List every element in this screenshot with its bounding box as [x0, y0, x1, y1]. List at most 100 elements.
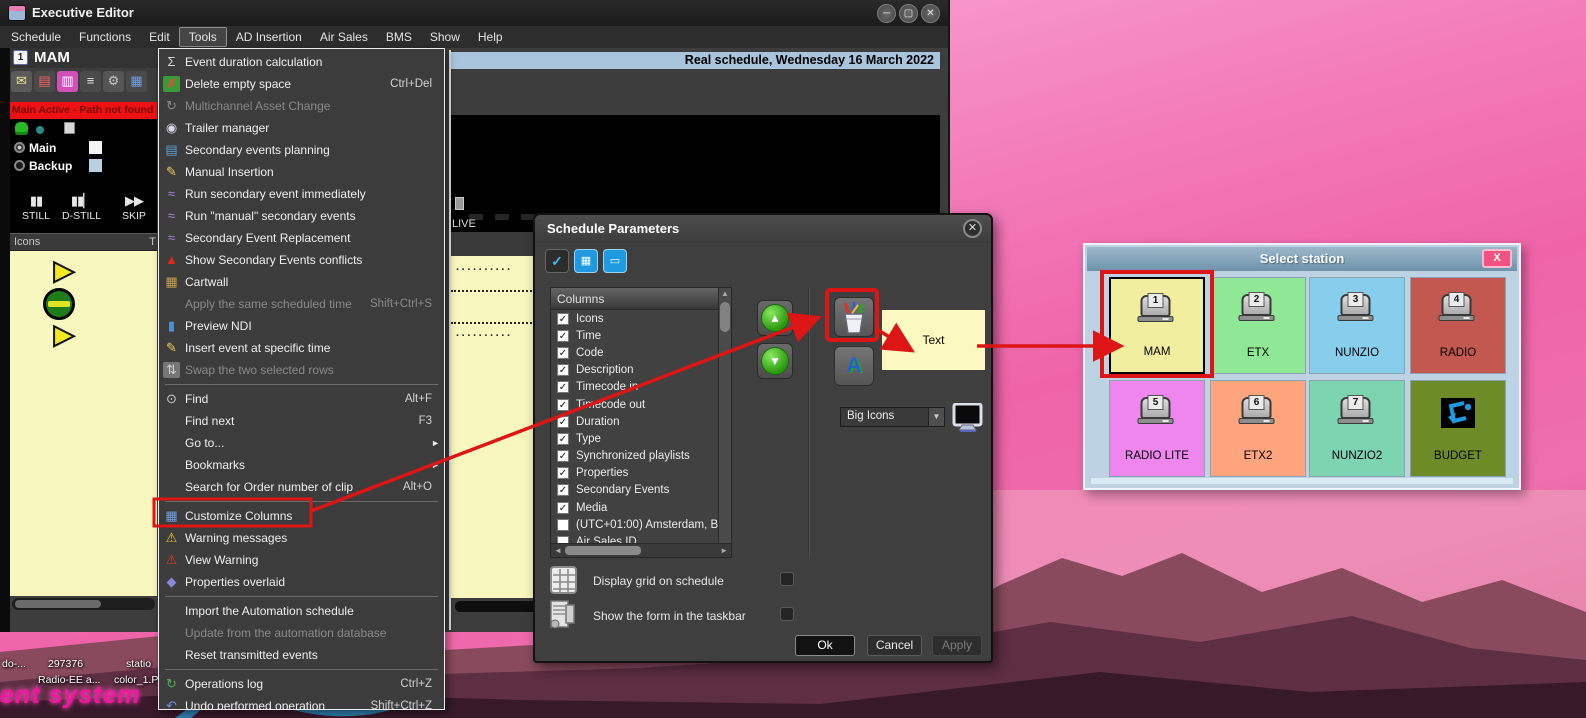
cancel-button[interactable]: Cancel: [867, 635, 922, 656]
checkbox-checked[interactable]: ✓: [557, 467, 569, 479]
menu-item-trailer-manager[interactable]: ◉Trailer manager: [159, 117, 444, 139]
horizontal-scrollbar[interactable]: [12, 598, 155, 610]
menu-item-search-for-order-number-of-clip[interactable]: Search for Order number of clipAlt+O: [159, 476, 444, 498]
menu-item-delete-empty-space[interactable]: ✗Delete empty spaceCtrl+Del: [159, 73, 444, 95]
scrollbar-thumb[interactable]: [15, 600, 101, 608]
column-row-timecode-in[interactable]: ✓Timecode in: [551, 379, 718, 396]
checkbox-checked[interactable]: ✓: [557, 450, 569, 462]
radio-main[interactable]: [14, 142, 25, 153]
menu-item-find-next[interactable]: Find nextF3: [159, 410, 444, 432]
menu-item-warning-messages[interactable]: ⚠Warning messages: [159, 527, 444, 549]
column-row-secondary-events[interactable]: ✓Secondary Events: [551, 482, 718, 499]
menu-ad-insertion[interactable]: AD Insertion: [227, 28, 311, 46]
checkbox-checked[interactable]: ✓: [557, 484, 569, 496]
help-blue-icon[interactable]: ▭: [603, 249, 627, 273]
column-row-code[interactable]: ✓Code: [551, 344, 718, 361]
menu-functions[interactable]: Functions: [70, 28, 140, 46]
hold-hand-icon[interactable]: [15, 122, 28, 135]
menu-item-undo-performed-operation[interactable]: ↶Undo performed operationShift+Ctrl+Z: [159, 695, 444, 710]
checkbox-checked[interactable]: ✓: [557, 399, 569, 411]
checkbox-checked[interactable]: ✓: [557, 364, 569, 376]
menu-item-manual-insertion[interactable]: ✎Manual Insertion: [159, 161, 444, 183]
station-nunzio[interactable]: 3NUNZIO: [1309, 277, 1405, 374]
transport-d-still[interactable]: ▮▮▏D-STILL: [62, 194, 101, 222]
export-doc-icon[interactable]: ▤: [34, 71, 55, 92]
column-row-air-sales-id[interactable]: Air Sales ID: [551, 533, 718, 543]
desktop-icon-label[interactable]: Radio-EE a...: [38, 674, 100, 686]
scrollbar-thumb[interactable]: [720, 302, 730, 332]
menu-item-show-secondary-events-conflicts[interactable]: ▲Show Secondary Events conflicts: [159, 249, 444, 271]
checkbox-checked[interactable]: ✓: [557, 433, 569, 445]
menu-item-reset-transmitted-events[interactable]: Reset transmitted events: [159, 644, 444, 666]
station-radio-lite[interactable]: 5RADIO LITE: [1109, 380, 1205, 477]
column-row-utc-01-00-amsterdam-berlinc[interactable]: (UTC+01:00) Amsterdam, Berlinc: [551, 516, 718, 533]
desktop-icon-label[interactable]: statio: [126, 658, 151, 670]
column-row-synchronized-playlists[interactable]: ✓Synchronized playlists: [551, 448, 718, 465]
gear-icon[interactable]: ⚙: [103, 71, 124, 92]
station-radio[interactable]: 4RADIO: [1410, 277, 1506, 374]
menu-bms[interactable]: BMS: [377, 28, 421, 46]
transport-still[interactable]: ▮▮STILL: [22, 194, 50, 222]
columns-icon[interactable]: ▦: [126, 71, 147, 92]
doc-up-icon[interactable]: ≡: [80, 71, 101, 92]
media-doc-icon[interactable]: ▥: [57, 71, 78, 92]
menu-item-operations-log[interactable]: ↻Operations logCtrl+Z: [159, 673, 444, 695]
menu-tools[interactable]: Tools: [179, 27, 227, 47]
ok-button[interactable]: Ok: [795, 635, 855, 656]
icon-size-dropdown[interactable]: Big Icons ▼: [840, 407, 945, 427]
menu-show[interactable]: Show: [421, 28, 469, 46]
maximize-button[interactable]: ▢: [899, 4, 918, 23]
menu-item-insert-event-at-specific-time[interactable]: ✎Insert event at specific time: [159, 337, 444, 359]
chevron-down-icon[interactable]: ▼: [928, 408, 944, 426]
menu-schedule[interactable]: Schedule: [2, 28, 70, 46]
checkbox-unchecked[interactable]: [557, 536, 569, 543]
checkbox-checked[interactable]: ✓: [557, 313, 569, 325]
menu-item-preview-ndi[interactable]: ▮Preview NDI: [159, 315, 444, 337]
column-row-timecode-out[interactable]: ✓Timecode out: [551, 396, 718, 413]
menu-item-secondary-events-planning[interactable]: ▤Secondary events planning: [159, 139, 444, 161]
menu-item-run-manual-secondary-events[interactable]: ≈Run "manual" secondary events: [159, 205, 444, 227]
column-row-properties[interactable]: ✓Properties: [551, 465, 718, 482]
menu-item-view-warning[interactable]: ⚠View Warning: [159, 549, 444, 571]
vertical-scrollbar[interactable]: ▲: [718, 288, 731, 543]
scroll-up-icon[interactable]: ▲: [719, 289, 731, 298]
menu-item-go-to[interactable]: Go to...►: [159, 432, 444, 454]
move-down-button[interactable]: ▼: [757, 343, 793, 379]
checkbox-checked[interactable]: ✓: [557, 330, 569, 342]
scroll-left-icon[interactable]: ◄: [554, 546, 562, 555]
column-row-description[interactable]: ✓Description: [551, 362, 718, 379]
channel-main[interactable]: Main: [14, 139, 102, 156]
checkbox-checked[interactable]: ✓: [557, 347, 569, 359]
checkbox-unchecked[interactable]: [557, 519, 569, 531]
menu-item-find[interactable]: ⊙FindAlt+F: [159, 388, 444, 410]
station-etx[interactable]: 2ETX: [1210, 277, 1306, 374]
station-budget[interactable]: BUDGET: [1410, 380, 1506, 477]
scrollbar-thumb[interactable]: [565, 546, 641, 555]
column-row-media[interactable]: ✓Media: [551, 499, 718, 516]
apply-button[interactable]: Apply: [932, 635, 982, 656]
scrollbar-thumb[interactable]: [455, 601, 537, 612]
column-row-time[interactable]: ✓Time: [551, 327, 718, 344]
menu-air-sales[interactable]: Air Sales: [311, 28, 377, 46]
move-up-button[interactable]: ▲: [757, 300, 793, 336]
menu-item-customize-columns[interactable]: ▦Customize Columns: [159, 505, 444, 527]
channel-backup[interactable]: Backup: [14, 157, 102, 174]
transport-skip[interactable]: ▶▶SKIP: [122, 194, 146, 222]
checkbox-checked[interactable]: ✓: [557, 416, 569, 428]
checkbox-checked[interactable]: ✓: [557, 502, 569, 514]
monitor-blue-icon[interactable]: ▦: [574, 249, 598, 273]
scroll-right-icon[interactable]: ►: [720, 546, 728, 555]
show-form-checkbox[interactable]: [780, 607, 794, 621]
font-button[interactable]: A: [834, 346, 874, 386]
menu-help[interactable]: Help: [469, 28, 512, 46]
menu-item-cartwall[interactable]: ▦Cartwall: [159, 271, 444, 293]
column-row-type[interactable]: ✓Type: [551, 430, 718, 447]
checkbox-checked[interactable]: ✓: [557, 381, 569, 393]
mail-icon[interactable]: ✉: [11, 71, 32, 92]
column-row-icons[interactable]: ✓Icons: [551, 310, 718, 327]
confirm-check-icon[interactable]: ✓: [545, 249, 569, 273]
desktop-icon-label[interactable]: 297376: [48, 658, 83, 670]
display-grid-checkbox[interactable]: [780, 572, 794, 586]
colors-button[interactable]: [834, 297, 874, 337]
menu-item-import-the-automation-schedule[interactable]: Import the Automation schedule: [159, 600, 444, 622]
